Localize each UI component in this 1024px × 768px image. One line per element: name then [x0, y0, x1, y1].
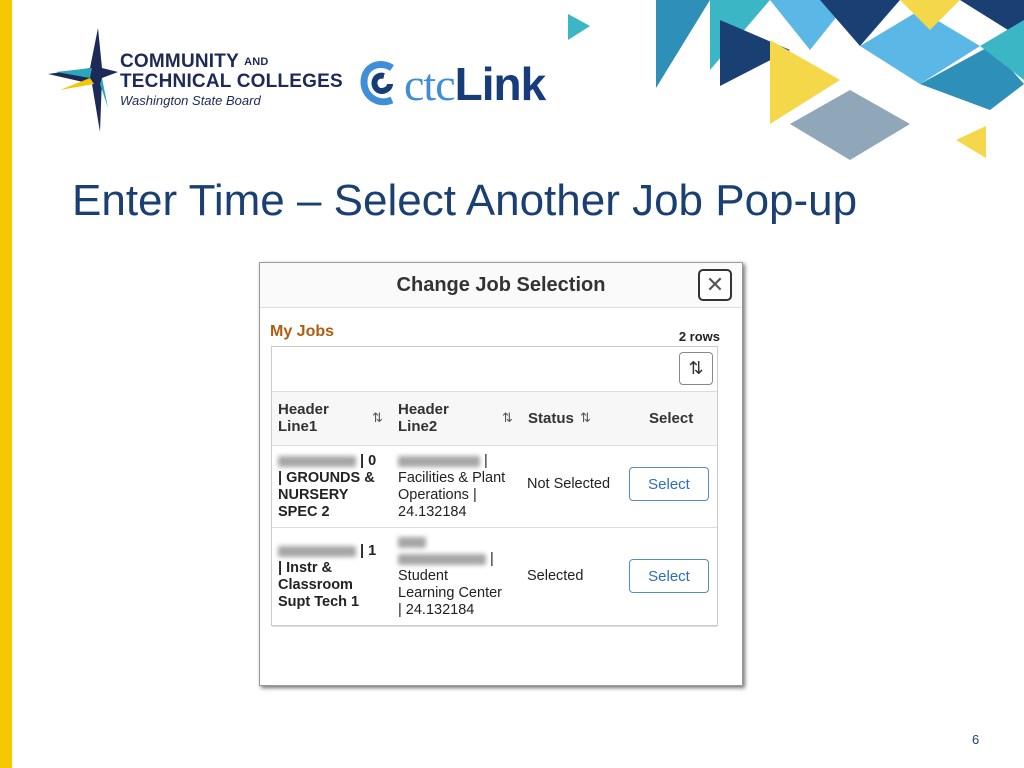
sbctc-logo: COMMUNITY AND TECHNICAL COLLEGES Washing…	[48, 28, 348, 132]
grid-toolbar: ⇅	[272, 347, 717, 392]
dialog-header: Change Job Selection ✕	[260, 263, 742, 308]
sbctc-line2: TECHNICAL COLLEGES	[120, 71, 343, 92]
status-cell: Selected	[527, 568, 584, 584]
header-line2-cell: | Facilities & Plant Operations | 24.132…	[398, 453, 506, 520]
close-icon: ✕	[705, 272, 725, 297]
table-header: Header Line1 ⇅ Header Line2 ⇅ Status ⇅ S…	[272, 392, 717, 446]
table-row: | 1 | Instr & Classroom Supt Tech 1 | St…	[272, 528, 717, 627]
left-accent-stripe	[0, 0, 12, 768]
row-count: 2 rows	[678, 329, 720, 344]
redacted-name	[398, 455, 480, 467]
redacted-name	[398, 553, 486, 565]
header-line1-cell: | 1 | Instr & Classroom Supt Tech 1	[278, 543, 377, 610]
column-header-line2[interactable]: Header Line2	[398, 401, 449, 435]
column-header-select: Select	[649, 410, 694, 427]
sbctc-line3: Washington State Board	[120, 93, 261, 108]
select-button[interactable]: Select	[629, 467, 709, 501]
redacted-id	[278, 545, 356, 557]
sort-arrows-icon: ⇅	[688, 358, 704, 378]
grid-title: My Jobs	[270, 323, 335, 340]
ctclink-ctc: ctc	[404, 58, 456, 110]
close-button[interactable]: ✕	[698, 269, 732, 301]
sbctc-line1: COMMUNITY	[120, 51, 239, 72]
select-button[interactable]: Select	[629, 559, 709, 593]
ctclink-swirl-icon	[360, 61, 394, 106]
sort-icon[interactable]: ⇅	[372, 410, 383, 426]
page-number: 6	[972, 732, 980, 747]
table-row: | 0 | GROUNDS & NURSERY SPEC 2 | Facilit…	[272, 445, 717, 528]
slide-title: Enter Time – Select Another Job Pop-up	[72, 176, 858, 225]
header-line2-cell: | Student Learning Center | 24.132184	[398, 534, 522, 619]
sort-icon[interactable]: ⇅	[502, 410, 513, 426]
jobs-grid: ⇅ Header Line1 ⇅ Header Line2 ⇅ Status ⇅…	[271, 346, 718, 627]
status-cell: Not Selected	[527, 476, 611, 492]
ctclink-link: Link	[454, 57, 547, 110]
redacted-id	[278, 455, 356, 467]
dialog-title: Change Job Selection	[396, 274, 606, 296]
ctclink-logo: ctcLink	[360, 56, 547, 112]
star-burst-icon	[48, 28, 118, 132]
change-job-dialog: Change Job Selection ✕ My Jobs 2 rows ⇅ …	[259, 262, 743, 686]
sort-button[interactable]: ⇅	[679, 352, 713, 385]
redacted-name	[398, 536, 426, 548]
column-header-line1[interactable]: Header Line1	[278, 401, 329, 435]
header-line1-cell: | 0 | GROUNDS & NURSERY SPEC 2	[278, 453, 377, 520]
column-header-status[interactable]: Status	[528, 410, 574, 427]
sort-icon[interactable]: ⇅	[580, 410, 591, 426]
decorative-triangles	[568, 0, 1024, 160]
sbctc-and: AND	[244, 56, 269, 68]
